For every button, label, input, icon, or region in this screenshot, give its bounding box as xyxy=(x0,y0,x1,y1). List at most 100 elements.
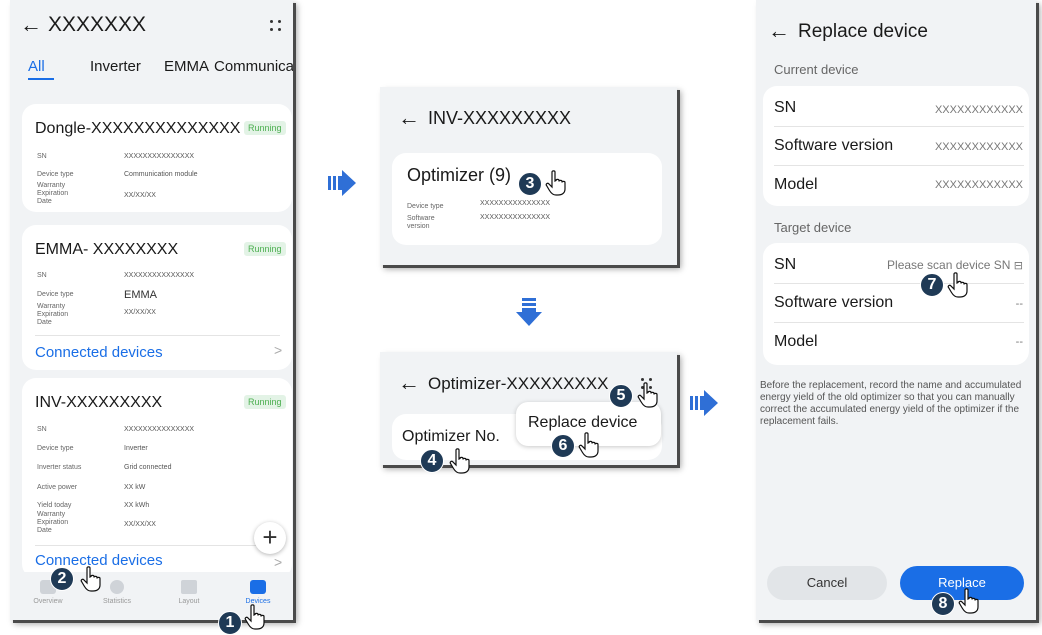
sn-value: XXXXXXXXXXXX xyxy=(934,104,1023,116)
step-marker-3: 3 xyxy=(518,172,542,196)
device-type-label: Device type xyxy=(407,203,444,210)
optimizer-title: Optimizer (9) xyxy=(407,165,512,185)
status-badge: Running xyxy=(244,242,286,256)
sn-label: SN xyxy=(774,256,797,273)
divider xyxy=(774,283,1024,284)
add-device-button[interactable]: + xyxy=(254,522,286,554)
software-version-label: Software version xyxy=(774,137,894,154)
target-device-card: SN Please scan device SN ⊟ Software vers… xyxy=(763,243,1029,365)
page-title: INV-XXXXXXXXX xyxy=(428,108,572,128)
divider xyxy=(35,545,280,546)
step-marker-1: 1 xyxy=(218,611,242,635)
tap-hand-icon xyxy=(244,604,265,630)
inverter-status-value: Grid connected xyxy=(124,464,172,471)
tab-communication[interactable]: Communicati xyxy=(214,58,293,75)
step-marker-8: 8 xyxy=(931,592,955,616)
devices-icon xyxy=(250,580,266,594)
model-label: Model xyxy=(774,333,818,350)
nav-layout[interactable]: Layout xyxy=(164,580,214,605)
tap-hand-icon xyxy=(545,170,566,196)
pie-chart-icon xyxy=(110,580,124,594)
yield-today-label: Yield today xyxy=(37,502,72,509)
device-type-value: XXXXXXXXXXXXXXX xyxy=(480,200,551,207)
current-device-card: SN XXXXXXXXXXXX Software version XXXXXXX… xyxy=(763,86,1029,206)
current-device-heading: Current device xyxy=(774,62,859,77)
tab-indicator xyxy=(28,78,54,80)
active-power-value: XX kW xyxy=(124,484,146,491)
model-value: XXXXXXXXXXXX xyxy=(934,179,1023,191)
warranty-value: XX/XX/XX xyxy=(124,521,156,528)
tap-hand-icon xyxy=(578,432,599,458)
optimizer-card[interactable]: Optimizer (9) Device type XXXXXXXXXXXXXX… xyxy=(392,153,662,245)
warranty-value: XX/XX/XX xyxy=(124,192,156,199)
page-title: Replace device xyxy=(798,21,928,42)
inverter-name: INV-XXXXXXXXX xyxy=(35,394,163,411)
page-title: Optimizer-XXXXXXXXX xyxy=(428,374,609,393)
back-arrow-icon[interactable]: ← xyxy=(398,107,420,129)
software-version-label: Software version xyxy=(407,215,435,230)
active-power-label: Active power xyxy=(37,484,78,491)
step-marker-7: 7 xyxy=(920,273,944,297)
device-type-label: Device type xyxy=(37,291,74,298)
software-version-value: -- xyxy=(1015,298,1023,310)
nav-devices[interactable]: Devices xyxy=(233,580,283,605)
tab-inverter[interactable]: Inverter xyxy=(90,58,141,75)
software-version-label: Software version xyxy=(774,294,894,311)
divider xyxy=(774,126,1024,127)
flow-arrow-down-icon xyxy=(516,298,542,326)
status-badge: Running xyxy=(244,121,286,135)
step-marker-4: 4 xyxy=(420,449,444,473)
cancel-label: Cancel xyxy=(806,575,848,590)
sn-label: SN xyxy=(774,99,797,116)
warranty-label: Warranty Expiration Date xyxy=(37,303,69,326)
optimizer-no-label: Optimizer No. xyxy=(402,428,500,445)
back-arrow-icon[interactable]: ← xyxy=(20,14,42,36)
connected-devices-link[interactable]: Connected devices xyxy=(35,344,163,361)
replacement-note: Before the replacement, record the name … xyxy=(760,380,1022,427)
sn-value: XXXXXXXXXXXXXXX xyxy=(124,426,195,433)
tap-hand-icon xyxy=(449,448,470,474)
status-badge: Running xyxy=(244,395,286,409)
dongle-name: Dongle-XXXXXXXXXXXXXX xyxy=(35,120,241,137)
cancel-button[interactable]: Cancel xyxy=(767,566,887,600)
software-version-value: XXXXXXXXXXXXXXX xyxy=(480,214,551,221)
nav-layout-label: Layout xyxy=(178,598,200,605)
warranty-value: XX/XX/XX xyxy=(124,309,156,316)
tab-emma[interactable]: EMMA xyxy=(164,58,209,75)
inverter-card[interactable]: INV-XXXXXXXXX Running SN XXXXXXXXXXXXXXX… xyxy=(22,378,292,578)
more-icon[interactable] xyxy=(268,18,286,32)
model-value: -- xyxy=(1015,336,1023,348)
emma-card[interactable]: EMMA- XXXXXXXX Running SN XXXXXXXXXXXXXX… xyxy=(22,225,292,370)
device-type-value: EMMA xyxy=(124,289,157,301)
chevron-right-icon: > xyxy=(274,342,283,358)
emma-name: EMMA- XXXXXXXX xyxy=(35,241,179,258)
scan-sn-placeholder: Please scan device SN xyxy=(887,258,1011,272)
layout-grid-icon xyxy=(181,580,197,594)
divider xyxy=(774,165,1024,166)
step-marker-5: 5 xyxy=(609,384,633,408)
sn-label: SN xyxy=(37,153,47,160)
step-marker-6: 6 xyxy=(551,434,575,458)
nav-statistics-label: Statistics xyxy=(102,598,131,605)
inverter-status-label: Inverter status xyxy=(37,464,82,471)
yield-today-value: XX kWh xyxy=(124,502,150,509)
back-arrow-icon[interactable]: ← xyxy=(768,20,790,42)
dongle-card[interactable]: Dongle-XXXXXXXXXXXXXX Running SN XXXXXXX… xyxy=(22,104,292,212)
tap-hand-icon xyxy=(947,272,968,298)
warranty-label: Warranty Expiration Date xyxy=(37,511,69,534)
back-arrow-icon[interactable]: ← xyxy=(398,372,420,394)
tap-hand-icon xyxy=(958,588,979,614)
software-version-value: XXXXXXXXXXXX xyxy=(934,141,1023,153)
tap-hand-icon xyxy=(637,382,658,408)
device-type-value: Inverter xyxy=(124,445,148,452)
scan-sn-field[interactable]: Please scan device SN ⊟ xyxy=(887,258,1023,272)
tap-hand-icon xyxy=(80,566,101,592)
model-label: Model xyxy=(774,176,818,193)
device-type-value: Communication module xyxy=(124,171,198,178)
scan-icon[interactable]: ⊟ xyxy=(1014,260,1023,272)
sn-label: SN xyxy=(37,426,47,433)
sn-label: SN xyxy=(37,272,47,279)
tab-all[interactable]: All xyxy=(28,58,45,75)
optimizer-detail-screen: ← Optimizer-XXXXXXXXX Optimizer No. Repl… xyxy=(380,352,677,465)
divider xyxy=(774,322,1024,323)
